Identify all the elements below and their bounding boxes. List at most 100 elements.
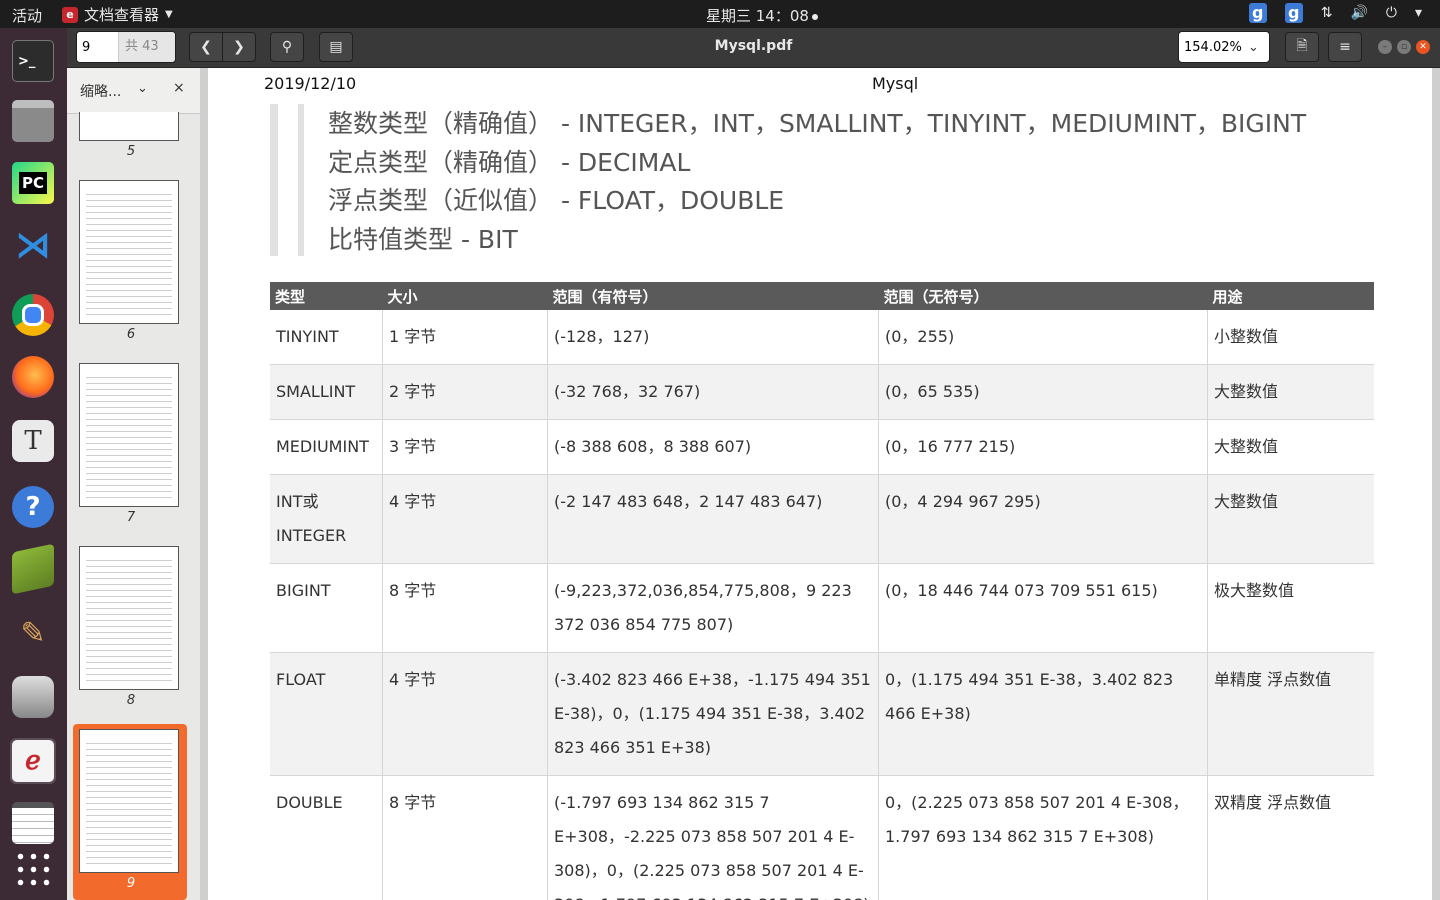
running-header-title: Mysql [872, 74, 919, 93]
thumbnail-number: 6 [126, 327, 136, 342]
files-icon [12, 100, 54, 142]
maximize-button[interactable]: ▫ [1397, 40, 1411, 54]
input-method-g2-icon[interactable]: g [1284, 3, 1303, 23]
table-cell: 3 字节 [382, 419, 548, 475]
table-cell: 大整数值 [1207, 364, 1374, 420]
table-row: DOUBLE 8 字节 (-1.797 693 134 862 315 7 E+30… [270, 775, 1374, 900]
table-cell: BIGINT [270, 563, 383, 653]
table-cell: (-3.402 823 466 E+38，-1.175 494 351 E-38… [547, 652, 879, 776]
table-cell: 双精度 浮点数值 [1207, 775, 1374, 900]
table-header-row: 类型 大小 范围（有符号） 范围（无符号） 用途 [270, 282, 1374, 310]
blockquote-bar-inner [298, 104, 304, 256]
scanner-icon [12, 676, 54, 718]
search-button[interactable]: ⚲ [270, 32, 304, 62]
clipboard-icon: ▤ [329, 39, 343, 55]
page-total-label: 共 43 页 [118, 32, 175, 62]
dock-scanner[interactable] [10, 674, 56, 720]
dock-paint[interactable]: ✎ [10, 610, 56, 656]
annotations-button[interactable]: ▤ [319, 32, 353, 62]
chevron-left-icon: ❮ [200, 39, 212, 55]
system-top-bar: 活动 e 文档查看器 ▼ 星期三 14：08 g g ⇅ 🔊 ⏻ ▾ [0, 0, 1440, 28]
blockquote: 整数类型（精确值） - INTEGER，INT，SMALLINT，TINYINT… [328, 105, 1306, 259]
dock-help[interactable]: ? [10, 484, 56, 530]
close-sidebar-button[interactable]: × [173, 80, 185, 96]
dock-vscode[interactable]: ⋊ [10, 222, 56, 268]
page-selector: 共 43 页 [76, 31, 176, 63]
table-cell: 1 字节 [382, 310, 548, 365]
thumbnail-page-7[interactable] [79, 363, 179, 507]
input-method-g-icon[interactable]: g [1248, 3, 1267, 23]
paint-icon: ✎ [20, 615, 46, 651]
blockquote-line: 浮点类型（近似值） - FLOAT，DOUBLE [328, 186, 785, 216]
pycharm-icon: PC [12, 162, 54, 204]
app-menu[interactable]: e 文档查看器 ▼ [62, 4, 173, 25]
sidebar-mode-label[interactable]: 缩略... [80, 81, 121, 101]
next-page-button[interactable]: ❯ [222, 32, 256, 62]
dock-text-editor[interactable] [10, 800, 56, 846]
app-menu-label: 文档查看器 [84, 6, 160, 24]
table-cell: DOUBLE [270, 775, 383, 900]
volume-icon[interactable]: 🔊 [1350, 5, 1367, 21]
search-icon: ⚲ [281, 39, 293, 55]
dock-chrome[interactable] [10, 292, 56, 338]
text-editor-icon [12, 802, 54, 844]
dock-app-grid[interactable] [10, 846, 56, 892]
table-cell: 单精度 浮点数值 [1207, 652, 1374, 776]
table-cell: (0，18 446 744 073 709 551 615) [878, 563, 1208, 653]
zoom-input[interactable] [1179, 38, 1248, 56]
table-cell: TINYINT [270, 310, 383, 365]
thumbnail-page-8[interactable] [79, 546, 179, 690]
column-header: 范围（有符号） [547, 282, 879, 310]
running-header-date: 2019/12/10 [264, 74, 357, 93]
table-cell: (0，65 535) [878, 364, 1208, 420]
thumbnail-number: 8 [126, 693, 136, 708]
table-row: SMALLINT 2 字节 (-32 768，32 767) (0，65 535) 大整… [270, 364, 1374, 420]
activities-button[interactable]: 活动 [12, 5, 42, 26]
document-viewer-headerbar: 共 43 页 ❮ ❯ ⚲ ▤ Mysql.pdf ⌄ 🗎 ≡ – ▫ ✕ [67, 28, 1440, 68]
document-properties-button[interactable]: 🗎 [1285, 32, 1319, 62]
minimize-button[interactable]: – [1378, 40, 1392, 54]
previous-page-button[interactable]: ❮ [189, 32, 223, 62]
dock-files[interactable] [10, 98, 56, 144]
thumbnail-number: 9 [126, 876, 136, 891]
thumbnail-page-9[interactable] [79, 729, 179, 873]
thumbnail-page-5[interactable] [79, 112, 179, 141]
menu-button[interactable]: ≡ [1328, 32, 1362, 62]
help-icon: ? [12, 486, 54, 528]
chevron-down-icon[interactable]: ⌄ [137, 81, 148, 96]
column-header: 范围（无符号） [878, 282, 1208, 310]
table-cell: (-1.797 693 134 862 315 7 E+308，-2.225 0… [547, 775, 879, 900]
dock-terminal[interactable]: >_ [10, 38, 56, 84]
launcher-dock: >_ PC ⋊ T ? ✎ ℯ [0, 28, 67, 900]
table-cell: (-2 147 483 648，2 147 483 647) [547, 474, 879, 564]
dock-typora[interactable]: T [10, 418, 56, 464]
dock-document-viewer[interactable]: ℯ [10, 738, 56, 784]
tray-caret-down-icon[interactable]: ▾ [1415, 5, 1422, 21]
dock-book[interactable] [10, 543, 56, 595]
table-cell: (-8 388 608，8 388 607) [547, 419, 879, 475]
table-row: MEDIUMINT 3 字节 (-8 388 608，8 388 607) (0，16… [270, 419, 1374, 475]
thumbnail-page-6[interactable] [79, 180, 179, 324]
column-header: 类型 [270, 282, 383, 310]
blockquote-line: 定点类型（精确值） - DECIMAL [328, 147, 691, 177]
chevron-right-icon: ❯ [233, 39, 245, 55]
blockquote-bar [270, 104, 278, 256]
close-window-button[interactable]: ✕ [1416, 40, 1430, 54]
table-row: BIGINT 8 字节 (-9,223,372,036,854,775,808，9 … [270, 563, 1374, 653]
table-cell: 2 字节 [382, 364, 548, 420]
dock-firefox[interactable] [10, 354, 56, 400]
sidebar-header: 缩略... ⌄ × [67, 68, 200, 114]
maximize-icon: ▫ [1400, 42, 1408, 52]
document-view[interactable]: 2019/12/10 Mysql 整数类型（精确值） - INTEGER，INT… [200, 68, 1440, 900]
clock[interactable]: 星期三 14：08 [706, 5, 818, 26]
zoom-selector[interactable]: ⌄ [1178, 31, 1270, 63]
column-header: 大小 [382, 282, 548, 310]
chevron-down-icon: ⌄ [1248, 39, 1259, 55]
terminal-icon: >_ [12, 40, 54, 82]
page-number-input[interactable] [77, 32, 118, 62]
book-icon [12, 543, 54, 595]
network-icon[interactable]: ⇅ [1321, 5, 1333, 21]
power-icon[interactable]: ⏻ [1386, 5, 1397, 21]
table-cell: 4 字节 [382, 474, 548, 564]
dock-pycharm[interactable]: PC [10, 160, 56, 206]
